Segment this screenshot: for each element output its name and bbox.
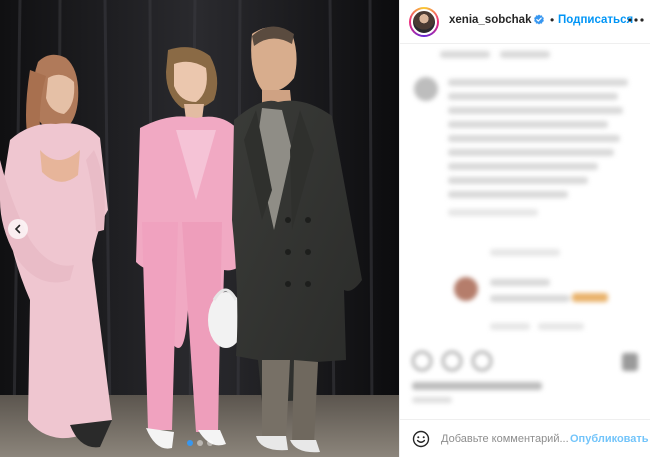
instagram-post: xenia_sobchak • Подписаться Добавьте ком… — [0, 0, 650, 457]
blurred-text — [448, 135, 620, 142]
avatar — [411, 9, 437, 35]
carousel-dot — [206, 440, 213, 446]
blurred-text — [448, 163, 598, 170]
blurred-text — [490, 279, 550, 286]
share-icon[interactable] — [472, 351, 492, 371]
emoji-icon[interactable] — [412, 430, 430, 448]
comment-icon[interactable] — [442, 351, 462, 371]
carousel-dot-active — [186, 440, 193, 446]
blurred-text — [490, 249, 560, 256]
carousel-dots — [0, 440, 399, 446]
carousel-dot — [196, 440, 203, 446]
bookmark-icon[interactable] — [622, 353, 638, 371]
heart-icon[interactable] — [412, 351, 432, 371]
more-options-icon[interactable] — [627, 11, 645, 29]
blurred-text — [500, 51, 550, 58]
story-ring[interactable] — [409, 7, 439, 37]
blurred-text — [448, 79, 628, 86]
post-date — [412, 397, 452, 403]
blurred-text — [448, 93, 618, 100]
blurred-text — [448, 191, 568, 198]
blurred-text — [440, 51, 490, 58]
blurred-text — [490, 323, 530, 330]
header-separator: • — [550, 13, 555, 27]
verified-badge-icon — [534, 14, 544, 25]
chevron-left-icon — [14, 224, 21, 234]
blurred-text — [538, 323, 584, 330]
commenter-avatar — [414, 77, 438, 101]
publish-button[interactable]: Опубликовать — [570, 433, 649, 445]
commenter-avatar — [454, 277, 478, 301]
post-media — [0, 0, 399, 457]
comments-section — [400, 45, 650, 345]
blurred-text — [448, 107, 623, 114]
comment-input[interactable] — [441, 429, 569, 449]
follow-button[interactable]: Подписаться — [558, 14, 633, 26]
username-link[interactable]: xenia_sobchak — [449, 14, 531, 26]
blurred-text — [490, 295, 570, 302]
post-actions — [400, 347, 650, 377]
blurred-text — [448, 177, 588, 184]
blurred-text — [448, 121, 608, 128]
blurred-text — [448, 209, 538, 216]
post-header: xenia_sobchak • Подписаться — [400, 0, 650, 44]
likes-count[interactable] — [412, 382, 542, 390]
blurred-text — [448, 149, 614, 156]
post-side-panel: xenia_sobchak • Подписаться Добавьте ком… — [399, 0, 650, 457]
add-comment-bar: Опубликовать — [400, 419, 650, 457]
carousel-prev-button[interactable] — [8, 219, 28, 239]
post-photo — [0, 0, 399, 457]
blurred-emoji — [572, 293, 608, 302]
